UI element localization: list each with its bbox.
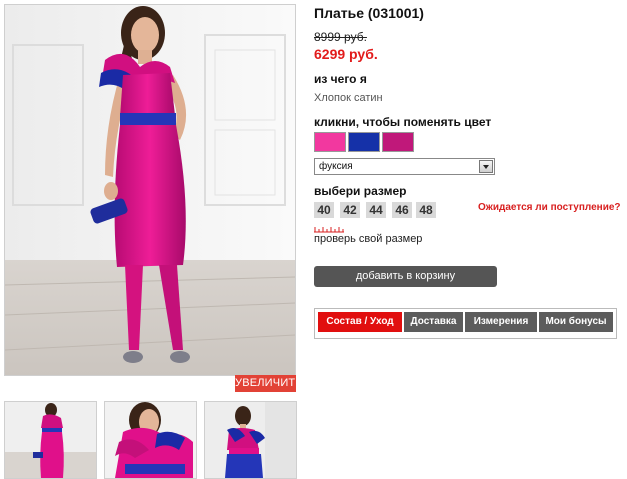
color-select[interactable]: фуксия: [314, 158, 495, 175]
tab-my-bonuses[interactable]: Мои бонусы: [539, 312, 613, 332]
info-tabs: Состав / Уход Доставка Измерения Мои бон…: [314, 308, 617, 339]
size-option-42[interactable]: 42: [340, 202, 360, 218]
color-select-value: фуксия: [319, 161, 353, 172]
size-option-40[interactable]: 40: [314, 202, 334, 218]
size-heading: выбери размер: [314, 184, 407, 198]
thumbnail-3[interactable]: [204, 401, 297, 479]
product-main-image[interactable]: [4, 4, 296, 376]
color-heading: кликни, чтобы поменять цвет: [314, 115, 492, 129]
add-to-cart-button[interactable]: добавить в корзину: [314, 266, 497, 287]
size-option-48[interactable]: 48: [416, 202, 436, 218]
material-heading: из чего я: [314, 72, 367, 86]
color-swatch-magenta[interactable]: [382, 132, 414, 152]
thumbnail-1[interactable]: [4, 401, 97, 479]
color-swatch-blue[interactable]: [348, 132, 380, 152]
chevron-down-icon[interactable]: [479, 160, 493, 173]
material-value: Хлопок сатин: [314, 92, 383, 104]
tab-measurements[interactable]: Измерения: [465, 312, 537, 332]
zoom-button[interactable]: УВЕЛИЧИТЬ: [235, 375, 303, 392]
check-size-link[interactable]: проверь свой размер: [314, 233, 422, 245]
size-option-44[interactable]: 44: [366, 202, 386, 218]
size-option-46[interactable]: 46: [392, 202, 412, 218]
color-swatch-fuchsia[interactable]: [314, 132, 346, 152]
product-title: Платье (031001): [314, 5, 424, 21]
restock-inquiry-link[interactable]: Ожидается ли поступление?: [478, 202, 621, 213]
current-price: 6299 руб.: [314, 46, 378, 62]
old-price: 8999 руб.: [314, 30, 367, 44]
thumbnail-2[interactable]: [104, 401, 197, 479]
tab-composition-care[interactable]: Состав / Уход: [318, 312, 402, 332]
tab-delivery[interactable]: Доставка: [404, 312, 463, 332]
